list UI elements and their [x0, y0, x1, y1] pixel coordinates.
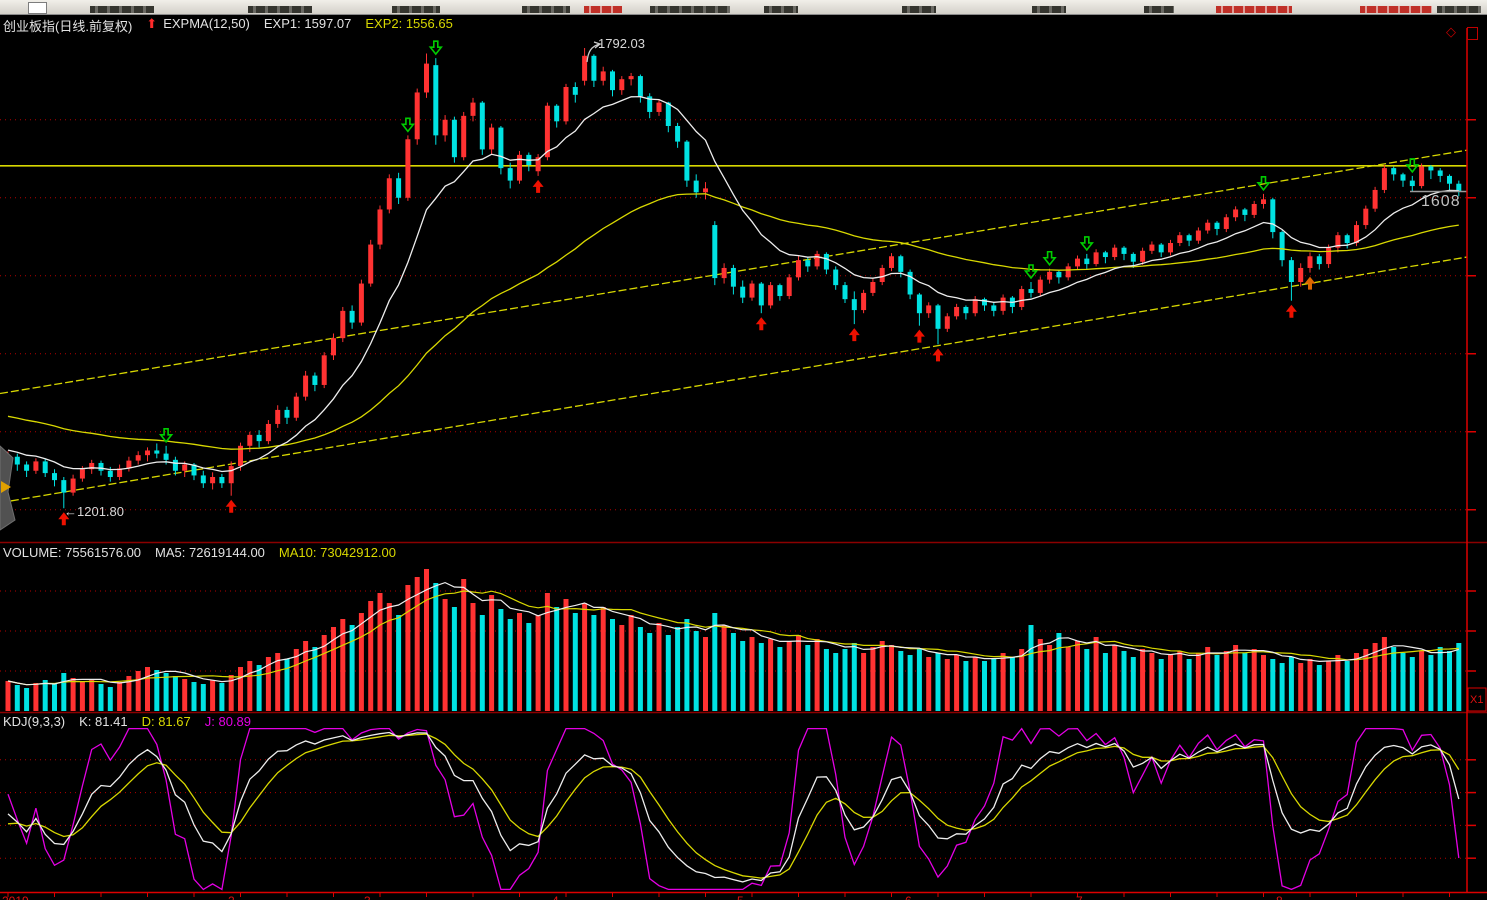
buy-signal-arrow-icon	[58, 512, 69, 525]
sell-signal-arrow-icon	[1044, 252, 1055, 265]
x-axis-label: 8	[1276, 894, 1283, 900]
sell-signal-arrow-icon	[430, 41, 441, 54]
buy-signal-arrow-icon	[849, 328, 860, 341]
sell-signal-arrow-icon	[402, 118, 413, 131]
kdj-j-line	[8, 729, 1459, 890]
buy-signal-arrow-icon	[1305, 277, 1316, 290]
candles-layer	[6, 48, 1462, 508]
buy-signal-arrow-icon	[914, 330, 925, 343]
buy-signal-arrow-icon	[756, 317, 767, 330]
buy-signal-arrow-icon	[1286, 305, 1297, 318]
left-edge-artifacts	[0, 446, 15, 530]
x-axis-label: 4	[552, 894, 559, 900]
buy-signal-arrow-icon	[533, 180, 544, 193]
x-axis-label: 2	[228, 894, 235, 900]
buy-signal-arrow-icon	[226, 500, 237, 513]
x-axis-label: 5	[737, 894, 744, 900]
signal-arrows-layer	[58, 41, 1418, 525]
buy-signal-arrow-icon	[933, 348, 944, 361]
x-axis-label: 6	[905, 894, 912, 900]
x-axis-label: 2019年	[2, 894, 29, 900]
axes-layer	[0, 28, 1487, 897]
sell-signal-arrow-icon	[161, 429, 172, 442]
kdj-d-line	[8, 734, 1459, 878]
x-axis-label: 3	[364, 894, 371, 900]
x-axis-label: 7	[1076, 894, 1083, 900]
sell-signal-arrow-icon	[1081, 237, 1092, 250]
chart-canvas[interactable]	[0, 0, 1487, 900]
trading-terminal-window: 创业板指(日线.前复权) ⬆ EXPMA(12,50) EXP1: 1597.0…	[0, 0, 1487, 900]
kdj-lines-layer	[8, 729, 1459, 890]
volume-unit-box	[1468, 688, 1486, 711]
kdj-k-line	[8, 733, 1459, 882]
volume-bars-layer	[6, 569, 1462, 711]
